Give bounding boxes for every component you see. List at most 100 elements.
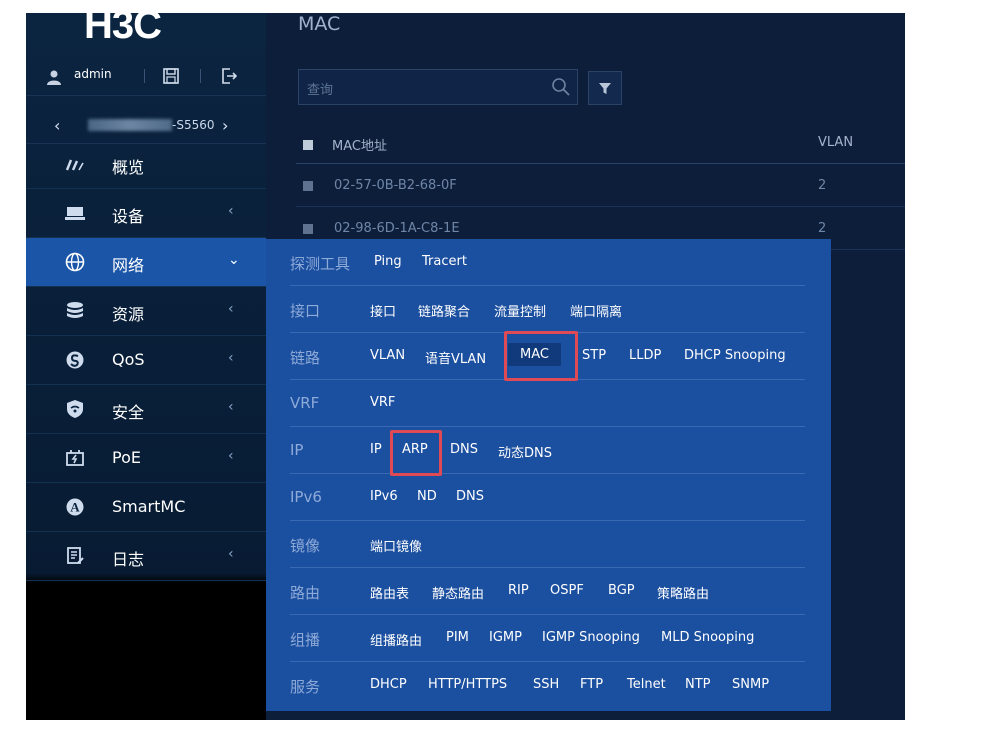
menu-item-snmp[interactable]: SNMP [732,677,769,692]
menu-item-routing-table[interactable]: 路由表 [370,583,409,602]
menu-category: 服务 [290,678,321,696]
chevron-left-icon: ‹ [228,301,234,317]
menu-item-bgp[interactable]: BGP [608,583,635,598]
brand-logo: H3C [84,13,162,45]
search-input[interactable]: 查询 [298,69,578,105]
menu-item-ntp[interactable]: NTP [685,677,711,692]
menu-item-dns-v6[interactable]: DNS [456,489,484,504]
row-checkbox[interactable] [303,181,313,191]
logout-icon[interactable] [220,67,238,85]
qos-icon [66,351,84,369]
menu-item-nd[interactable]: ND [417,489,437,504]
menu-item-policy-route[interactable]: 策略路由 [657,583,709,602]
menu-item-dynamic-dns[interactable]: 动态DNS [498,442,552,461]
username[interactable]: admin [74,67,112,81]
menu-item-ping[interactable]: Ping [374,254,402,269]
sidebar-item-security[interactable]: 安全 ‹ [26,385,266,434]
menu-item-ssh[interactable]: SSH [533,677,559,692]
device-name-redacted [88,119,172,131]
divider [200,69,201,83]
device-name: -S5560 [172,118,215,132]
chevron-left-icon: ‹ [228,546,234,562]
sidebar-item-poe[interactable]: PoE ‹ [26,434,266,483]
next-device-icon[interactable]: › [222,116,228,135]
menu-item-ftp[interactable]: FTP [580,677,603,692]
chevron-down-icon: ⌄ [228,252,240,268]
menu-category: 镜像 [290,537,321,555]
sidebar-item-smartmc[interactable]: A SmartMC [26,483,266,532]
shield-icon [67,400,83,418]
sidebar-item-qos[interactable]: QoS ‹ [26,336,266,385]
search-icon[interactable] [551,77,571,97]
table-header: MAC地址 VLAN [296,127,905,164]
menu-category: 接口 [290,302,321,320]
table-row[interactable]: 02-57-0B-B2-68-0F 2 [296,164,905,207]
menu-row-multicast: 组播 组播路由 PIM IGMP IGMP Snooping MLD Snoop… [290,615,805,662]
menu-item-ip[interactable]: IP [370,442,382,457]
menu-item-stp[interactable]: STP [582,348,606,363]
menu-item-http-https[interactable]: HTTP/HTTPS [428,677,507,692]
menu-item-dhcp-snooping[interactable]: DHCP Snooping [684,348,786,363]
menu-item-igmp[interactable]: IGMP [489,630,522,645]
filter-button[interactable] [588,71,622,105]
chevron-left-icon: ‹ [228,203,234,219]
menu-category: 组播 [290,631,321,649]
sidebar-item-device[interactable]: 设备 ‹ [26,189,266,238]
app-window: H3C admin ‹ -S5560 › 概览 设备 ‹ 网络 ⌄ 资源 ‹ Q… [26,13,905,720]
menu-item-vrf[interactable]: VRF [370,395,395,410]
menu-category: 链路 [290,349,321,367]
menu-category: 路由 [290,584,321,602]
menu-row-routing: 路由 路由表 静态路由 RIP OSPF BGP 策略路由 [290,568,805,615]
globe-icon [65,252,85,272]
device-icon [65,207,85,220]
save-icon[interactable] [162,67,180,85]
menu-item-igmp-snooping[interactable]: IGMP Snooping [542,630,640,645]
sidebar-item-network[interactable]: 网络 ⌄ [26,238,266,287]
sidebar-item-resource[interactable]: 资源 ‹ [26,287,266,336]
menu-category: VRF [290,394,320,412]
menu-item-tracert[interactable]: Tracert [422,254,467,269]
menu-item-flow-control[interactable]: 流量控制 [494,301,546,320]
highlight-box-mac [504,331,578,381]
chevron-left-icon: ‹ [228,350,234,366]
database-icon [67,302,83,318]
menu-item-interface[interactable]: 接口 [370,301,396,320]
search-placeholder: 查询 [307,83,334,98]
menu-item-rip[interactable]: RIP [508,583,529,598]
menu-item-telnet[interactable]: Telnet [627,677,666,692]
menu-category: 探测工具 [290,255,351,273]
menu-item-dns[interactable]: DNS [450,442,478,457]
poe-icon [66,450,84,466]
menu-item-lldp[interactable]: LLDP [629,348,661,363]
menu-item-port-isolation[interactable]: 端口隔离 [570,301,622,320]
row-checkbox[interactable] [303,224,313,234]
sidebar-nav: 概览 设备 ‹ 网络 ⌄ 资源 ‹ QoS ‹ 安全 ‹ PoE ‹ A Sma… [26,140,266,581]
sidebar: H3C admin ‹ -S5560 › 概览 设备 ‹ 网络 ⌄ 资源 ‹ Q… [26,13,266,720]
menu-item-static-route[interactable]: 静态路由 [432,583,484,602]
menu-item-link-aggregation[interactable]: 链路聚合 [418,301,470,320]
menu-row-ipv6: IPv6 IPv6 ND DNS [290,474,805,521]
menu-item-dhcp[interactable]: DHCP [370,677,407,692]
menu-item-ospf[interactable]: OSPF [550,583,584,598]
user-icon [47,70,61,85]
menu-row-ip: IP IP ARP DNS 动态DNS [290,427,805,474]
menu-row-vrf: VRF VRF [290,380,805,427]
menu-row-mirror: 镜像 端口镜像 [290,521,805,568]
sidebar-item-log[interactable]: 日志 ‹ [26,532,266,581]
menu-item-mld-snooping[interactable]: MLD Snooping [661,630,754,645]
menu-item-ipv6[interactable]: IPv6 [370,489,398,504]
prev-device-icon[interactable]: ‹ [54,116,60,135]
select-all-checkbox[interactable] [303,140,313,150]
menu-category: IP [290,441,304,459]
menu-item-port-mirroring[interactable]: 端口镜像 [370,536,422,555]
user-bar: admin [26,59,266,96]
menu-item-pim[interactable]: PIM [446,630,469,645]
menu-item-multicast-routing[interactable]: 组播路由 [370,630,422,649]
page-title: MAC [298,13,341,35]
menu-row-probe: 探测工具 Ping Tracert [290,239,805,286]
menu-category: IPv6 [290,488,322,506]
menu-item-vlan[interactable]: VLAN [370,348,405,363]
menu-item-voice-vlan[interactable]: 语音VLAN [425,348,486,367]
device-switcher: ‹ -S5560 › [26,109,266,144]
sidebar-item-overview[interactable]: 概览 [26,140,266,189]
